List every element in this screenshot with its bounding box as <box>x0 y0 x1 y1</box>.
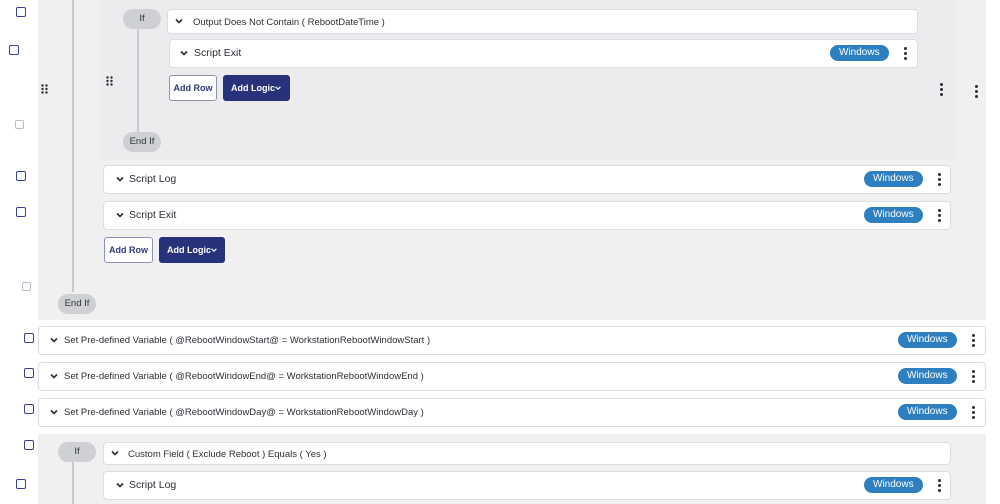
row-checkbox[interactable] <box>16 171 26 181</box>
inner-if-condition-label: Output Does Not Contain ( RebootDateTime… <box>193 17 385 28</box>
inner-if-condition-row[interactable]: Output Does Not Contain ( RebootDateTime… <box>167 9 918 34</box>
os-badge: Windows <box>864 207 923 223</box>
inner-if-menu-icon[interactable] <box>940 83 944 97</box>
chevron-down-icon <box>275 86 281 91</box>
chevron-down-icon[interactable] <box>49 407 59 417</box>
script-row[interactable]: Script Exit Windows <box>103 201 951 230</box>
variable-row[interactable]: Set Pre-defined Variable ( @RebootWindow… <box>38 362 986 391</box>
os-badge: Windows <box>864 477 923 493</box>
row-menu-icon[interactable] <box>938 209 942 223</box>
outer-if-menu-icon[interactable] <box>975 85 979 99</box>
row-checkbox[interactable] <box>22 282 31 291</box>
row-menu-icon[interactable] <box>904 47 908 61</box>
chevron-down-icon[interactable] <box>115 174 125 184</box>
row-menu-icon[interactable] <box>938 173 942 187</box>
script-row[interactable]: Script Exit Windows <box>169 39 918 68</box>
inner-end-if-pill: End If <box>123 132 161 152</box>
add-logic-button[interactable]: Add Logic <box>223 75 290 101</box>
row-checkbox[interactable] <box>24 368 34 378</box>
script-row[interactable]: Script Log Windows <box>103 471 951 500</box>
outer-if-connector <box>72 0 74 292</box>
variable-row[interactable]: Set Pre-defined Variable ( @RebootWindow… <box>38 398 986 427</box>
row-menu-icon[interactable] <box>972 406 976 420</box>
row-menu-icon[interactable] <box>972 370 976 384</box>
row-checkbox[interactable] <box>24 333 34 343</box>
chevron-down-icon[interactable] <box>115 480 125 490</box>
variable-row-label: Set Pre-defined Variable ( @RebootWindow… <box>64 335 431 346</box>
row-checkbox[interactable] <box>16 479 26 489</box>
os-badge: Windows <box>864 171 923 187</box>
drag-handle-icon[interactable] <box>41 84 48 94</box>
chevron-down-icon[interactable] <box>110 448 120 458</box>
add-row-button[interactable]: Add Row <box>104 237 153 263</box>
row-checkbox[interactable] <box>9 45 19 55</box>
chevron-down-icon[interactable] <box>115 210 125 220</box>
script-row-label: Script Log <box>129 173 177 185</box>
add-logic-button[interactable]: Add Logic <box>159 237 225 263</box>
row-checkbox[interactable] <box>16 207 26 217</box>
os-badge: Windows <box>898 332 957 348</box>
variable-row[interactable]: Set Pre-defined Variable ( @RebootWindow… <box>38 326 986 355</box>
script-row-label: Script Exit <box>194 47 242 59</box>
chevron-down-icon[interactable] <box>174 16 184 26</box>
row-checkbox[interactable] <box>16 7 26 17</box>
chevron-down-icon[interactable] <box>49 335 59 345</box>
chevron-down-icon[interactable] <box>179 48 189 58</box>
os-badge: Windows <box>898 404 957 420</box>
chevron-down-icon <box>211 248 217 253</box>
inner-if-pill: If <box>123 9 161 29</box>
inner-if-connector <box>137 26 139 134</box>
row-checkbox[interactable] <box>24 440 34 450</box>
variable-row-label: Set Pre-defined Variable ( @RebootWindow… <box>64 371 424 382</box>
custom-if-condition-label: Custom Field ( Exclude Reboot ) Equals (… <box>128 449 327 460</box>
add-logic-label: Add Logic <box>231 83 275 93</box>
os-badge: Windows <box>898 368 957 384</box>
row-menu-icon[interactable] <box>938 479 942 493</box>
add-row-button[interactable]: Add Row <box>169 75 217 101</box>
row-menu-icon[interactable] <box>972 334 976 348</box>
row-checkbox[interactable] <box>15 120 24 129</box>
variable-row-label: Set Pre-defined Variable ( @RebootWindow… <box>64 407 424 418</box>
outer-end-if-pill: End If <box>58 294 96 314</box>
chevron-down-icon[interactable] <box>49 371 59 381</box>
row-checkbox[interactable] <box>24 404 34 414</box>
script-row[interactable]: Script Log Windows <box>103 165 951 194</box>
os-badge: Windows <box>830 45 889 61</box>
custom-if-pill: If <box>58 442 96 462</box>
script-row-label: Script Log <box>129 479 177 491</box>
drag-handle-icon[interactable] <box>106 76 113 86</box>
script-row-label: Script Exit <box>129 209 177 221</box>
custom-if-condition-row[interactable]: Custom Field ( Exclude Reboot ) Equals (… <box>103 442 951 465</box>
add-logic-label: Add Logic <box>167 245 211 255</box>
